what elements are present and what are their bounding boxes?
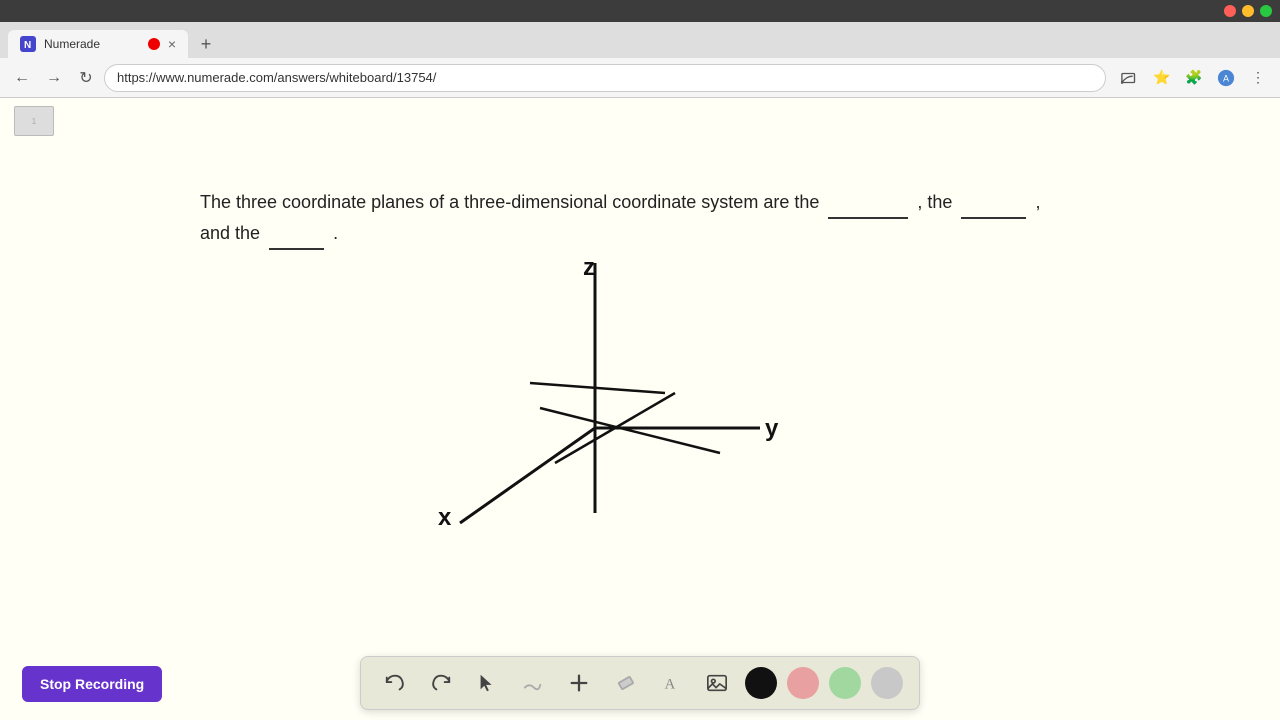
- reload-button[interactable]: ↻: [72, 64, 100, 92]
- minimize-window-button[interactable]: [1242, 5, 1254, 17]
- tab-title: Numerade: [44, 37, 140, 51]
- tab-favicon: N: [20, 36, 36, 52]
- svg-text:A: A: [1223, 73, 1229, 83]
- color-black[interactable]: [745, 667, 777, 699]
- extensions-icon[interactable]: 🧩: [1180, 64, 1208, 92]
- select-tool-button[interactable]: [469, 665, 505, 701]
- new-tab-button[interactable]: +: [192, 30, 220, 58]
- bookmark-icon[interactable]: ⭐: [1148, 64, 1176, 92]
- question-text-newline: and the: [200, 223, 260, 243]
- eraser-tool-button[interactable]: [607, 665, 643, 701]
- svg-text:A: A: [665, 677, 676, 693]
- title-bar-buttons: [1224, 5, 1272, 17]
- color-pink[interactable]: [787, 667, 819, 699]
- undo-button[interactable]: [377, 665, 413, 701]
- url-text: https://www.numerade.com/answers/whitebo…: [117, 70, 436, 85]
- blank-2: [961, 188, 1026, 219]
- profile-icon[interactable]: A: [1212, 64, 1240, 92]
- close-window-button[interactable]: [1224, 5, 1236, 17]
- title-bar: [0, 0, 1280, 22]
- back-button[interactable]: ←: [8, 64, 36, 92]
- question-text: The three coordinate planes of a three-d…: [200, 188, 1120, 250]
- tab-bar: N Numerade × +: [0, 22, 1280, 58]
- svg-text:N: N: [24, 40, 31, 51]
- thumbnail-preview: 1: [14, 106, 54, 136]
- question-text-middle1: , the: [917, 192, 952, 212]
- recording-indicator: [148, 38, 160, 50]
- address-bar[interactable]: https://www.numerade.com/answers/whitebo…: [104, 64, 1106, 92]
- maximize-window-button[interactable]: [1260, 5, 1272, 17]
- nav-bar: ← → ↻ https://www.numerade.com/answers/w…: [0, 58, 1280, 98]
- bottom-toolbar: A: [360, 656, 920, 710]
- svg-text:y: y: [765, 415, 779, 442]
- cast-icon[interactable]: [1116, 64, 1144, 92]
- svg-text:x: x: [438, 504, 452, 531]
- text-tool-button[interactable]: A: [653, 665, 689, 701]
- question-text-before: The three coordinate planes of a three-d…: [200, 192, 819, 212]
- browser-tab[interactable]: N Numerade ×: [8, 30, 188, 58]
- browser-chrome: N Numerade × + ← → ↻ https://www.numerad…: [0, 0, 1280, 98]
- question-text-end: .: [333, 223, 338, 243]
- page-content: 1 The three coordinate planes of a three…: [0, 98, 1280, 720]
- forward-button[interactable]: →: [40, 64, 68, 92]
- pen-tool-button[interactable]: [515, 665, 551, 701]
- question-text-middle2: ,: [1035, 192, 1040, 212]
- stop-recording-button[interactable]: Stop Recording: [22, 666, 162, 702]
- add-button[interactable]: [561, 665, 597, 701]
- coord-diagram: z y x: [400, 253, 780, 578]
- tab-close-button[interactable]: ×: [168, 36, 176, 52]
- blank-3: [269, 219, 324, 250]
- redo-button[interactable]: [423, 665, 459, 701]
- menu-icon[interactable]: ⋮: [1244, 64, 1272, 92]
- color-gray[interactable]: [871, 667, 903, 699]
- nav-icons: ⭐ 🧩 A ⋮: [1116, 64, 1272, 92]
- svg-text:z: z: [583, 254, 595, 281]
- blank-1: [828, 188, 908, 219]
- color-green[interactable]: [829, 667, 861, 699]
- image-tool-button[interactable]: [699, 665, 735, 701]
